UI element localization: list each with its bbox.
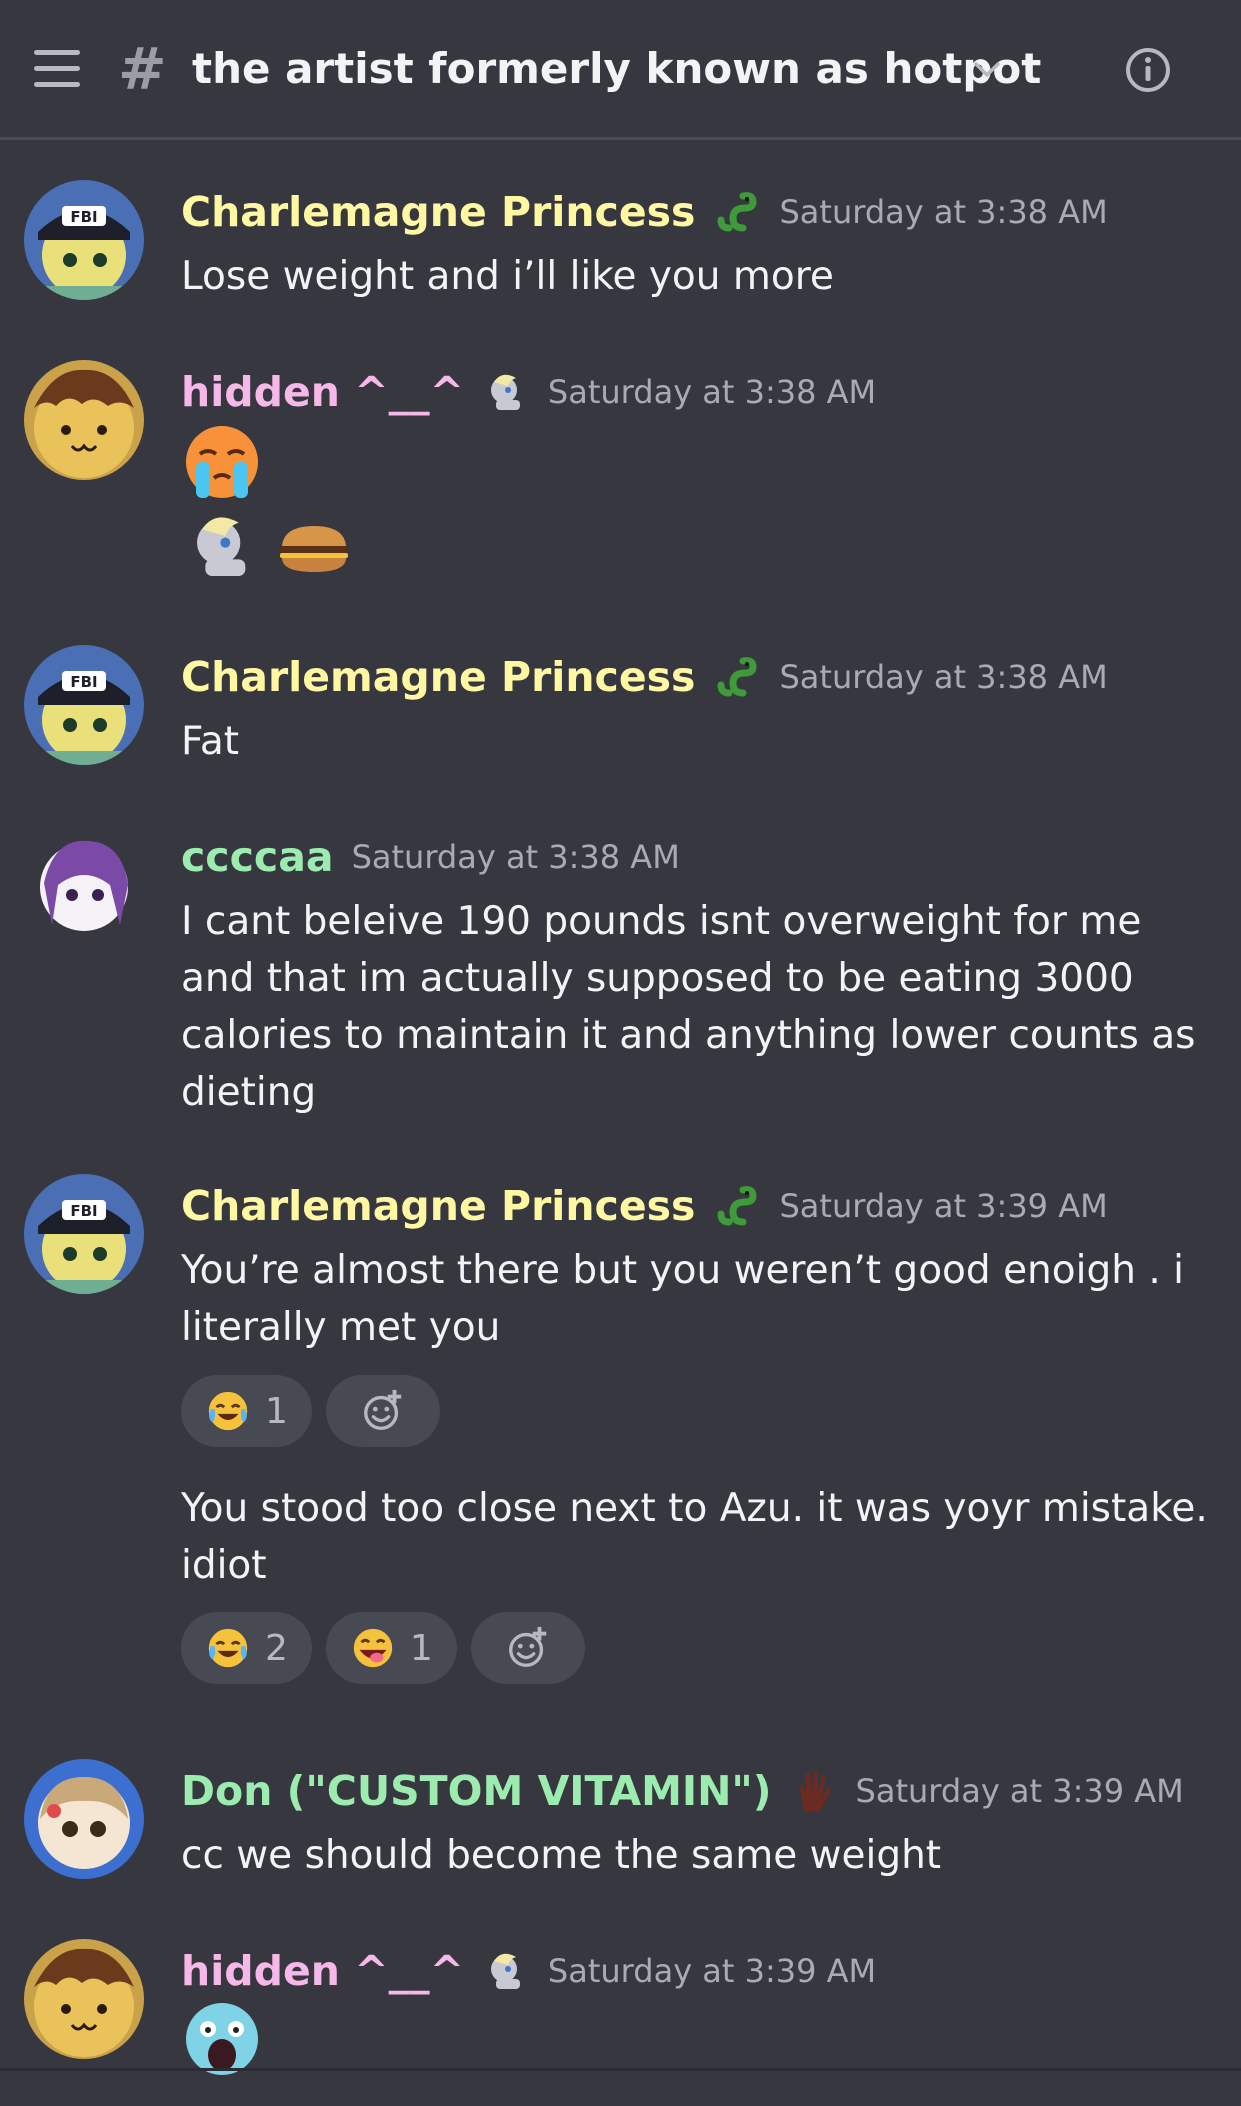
message-header: Charlemagne Princess Saturday at 3:38 AM	[181, 182, 1108, 242]
hand-icon	[790, 1767, 838, 1815]
username[interactable]: Charlemagne Princess	[181, 184, 695, 240]
hamburger-menu-icon[interactable]	[34, 48, 80, 90]
timestamp: Saturday at 3:38 AM	[351, 838, 680, 876]
message-header: hidden ^__^ Saturday at 3:38 AM	[181, 362, 876, 422]
add-reaction-button[interactable]	[325, 1375, 440, 1447]
username[interactable]: hidden ^__^	[181, 364, 464, 420]
hamburger-food-icon	[280, 526, 348, 572]
crying-face-icon	[186, 426, 258, 498]
joy-emoji-icon	[205, 1625, 251, 1671]
message-header: Charlemagne Princess Saturday at 3:38 AM	[181, 647, 1108, 707]
message-header: Don ("CUSTOM VITAMIN") Saturday at 3:39 …	[181, 1761, 1184, 1821]
avatar[interactable]	[24, 645, 144, 765]
avatar[interactable]	[24, 1759, 144, 1879]
timestamp: Saturday at 3:39 AM	[547, 1952, 877, 1990]
avatar[interactable]	[24, 360, 144, 480]
username[interactable]: Charlemagne Princess	[181, 649, 695, 705]
avatar[interactable]	[24, 825, 144, 945]
username[interactable]: ccccaa	[181, 829, 334, 885]
grey-pony-icon	[482, 1947, 530, 1995]
grey-pony-icon	[482, 368, 530, 416]
message-header: Charlemagne Princess Saturday at 3:39 AM	[181, 1176, 1108, 1236]
add-reaction-icon	[505, 1625, 551, 1671]
message-header: hidden ^__^ Saturday at 3:39 AM	[181, 1941, 876, 2001]
message-text: You’re almost there but you weren’t good…	[181, 1248, 1184, 1350]
bottom-divider	[0, 2068, 1241, 2071]
joy-emoji-icon	[205, 1388, 251, 1434]
reaction-bar: 2 1	[181, 1612, 585, 1684]
timestamp: Saturday at 3:39 AM	[779, 1187, 1108, 1225]
timestamp: Saturday at 3:38 AM	[779, 658, 1108, 696]
grey-pony-icon	[182, 506, 262, 586]
hash-icon: #	[118, 35, 167, 103]
green-snake-icon	[713, 653, 761, 701]
reaction-zany[interactable]: 1	[325, 1612, 457, 1684]
message-header: ccccaa Saturday at 3:38 AM	[181, 827, 680, 887]
timestamp: Saturday at 3:38 AM	[779, 193, 1108, 231]
info-icon[interactable]	[1124, 46, 1172, 94]
timestamp: Saturday at 3:38 AM	[547, 373, 877, 411]
username[interactable]: hidden ^__^	[181, 1943, 464, 1999]
username[interactable]: Don ("CUSTOM VITAMIN")	[181, 1763, 772, 1819]
message-text: cc we should become the same weight	[181, 1833, 942, 1878]
message-text: Fat	[181, 719, 240, 764]
reaction-count: 2	[265, 1627, 288, 1669]
username[interactable]: Charlemagne Princess	[181, 1178, 695, 1234]
green-snake-icon	[713, 1182, 761, 1230]
channel-title[interactable]: the artist formerly known as hotpot	[192, 40, 1041, 98]
add-reaction-icon	[360, 1388, 406, 1434]
screaming-face-icon	[186, 2003, 258, 2075]
reaction-bar: 1	[181, 1375, 440, 1447]
message-text: Lose weight and i’ll like you more	[181, 254, 834, 299]
green-snake-icon	[713, 188, 761, 236]
avatar[interactable]	[24, 180, 144, 300]
reaction-count: 1	[265, 1390, 288, 1432]
chevron-down-icon[interactable]	[970, 54, 1004, 84]
zany-face-emoji-icon	[350, 1625, 396, 1671]
reaction-count: 1	[409, 1627, 433, 1669]
reaction-joy[interactable]: 1	[181, 1375, 312, 1447]
message-text: I cant beleive 190 pounds isnt overweigh…	[181, 899, 1196, 1115]
avatar[interactable]	[24, 1174, 144, 1294]
add-reaction-button[interactable]	[470, 1612, 585, 1684]
timestamp: Saturday at 3:39 AM	[855, 1772, 1184, 1810]
channel-header: # the artist formerly known as hotpot	[0, 0, 1241, 140]
reaction-joy[interactable]: 2	[181, 1612, 312, 1684]
avatar[interactable]	[24, 1939, 144, 2059]
message-text: You stood too close next to Azu. it was …	[181, 1486, 1208, 1588]
